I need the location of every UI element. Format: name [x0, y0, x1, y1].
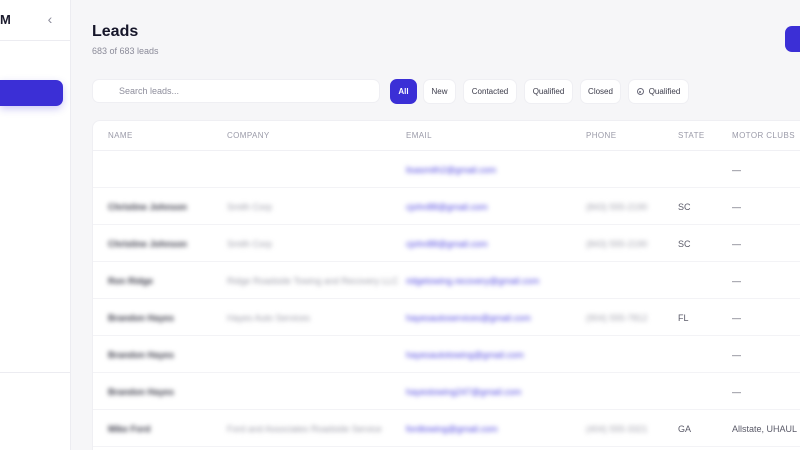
- table-row[interactable]: Christine Johnson Smith Corp cjohn88@gmail…: [93, 225, 800, 262]
- table-row[interactable]: Ron Ridge Ridge Roadside Towing and Recov…: [93, 262, 800, 299]
- lead-email[interactable]: hayestowing247@gmail.com: [406, 373, 521, 410]
- lead-name: Brandon Hayes: [108, 349, 175, 360]
- lead-motor-clubs: —: [732, 386, 741, 397]
- filter-label: All: [398, 87, 409, 96]
- lead-email[interactable]: hayesautotowing@gmail.com: [406, 336, 524, 373]
- filter-contacted[interactable]: Contacted: [463, 79, 517, 104]
- lead-motor-clubs: —: [732, 201, 741, 212]
- sidebar: M ‹: [0, 0, 71, 450]
- brand-logo-text: M: [0, 12, 11, 27]
- lead-company: Ridge Roadside Towing and Recovery LLC: [227, 275, 399, 286]
- column-header-phone[interactable]: PHONE: [586, 131, 616, 140]
- lead-name: Brandon Hayes: [108, 312, 175, 323]
- lead-company: Hayes Auto Services: [227, 312, 311, 323]
- table-row[interactable]: Brandon Hayes hayesautotowing@gmail.com —: [93, 336, 800, 373]
- add-lead-button[interactable]: [785, 26, 800, 52]
- lead-company: Ford and Associates Roadside Service: [227, 423, 382, 434]
- filter-new[interactable]: New: [423, 79, 456, 104]
- lead-email[interactable]: lisasmith2@gmail.com: [406, 151, 496, 188]
- lead-phone: (404) 555-3321: [586, 423, 648, 434]
- search-box[interactable]: [92, 79, 380, 103]
- lead-state: GA: [678, 423, 692, 434]
- page-title: Leads: [92, 23, 139, 40]
- lead-company: Smith Corp: [227, 238, 273, 249]
- lead-email[interactable]: hayesautoservices@gmail.com: [406, 299, 531, 336]
- lead-name: Brandon Hayes: [108, 386, 175, 397]
- lead-state: FL: [678, 312, 689, 323]
- filter-all[interactable]: All: [390, 79, 417, 104]
- column-header-name[interactable]: NAME: [108, 131, 133, 140]
- filter-qualified-target[interactable]: Qualified: [628, 79, 689, 104]
- filter-label: New: [431, 87, 448, 96]
- chevron-left-icon[interactable]: ‹: [44, 11, 56, 27]
- lead-name: Mike Ford: [108, 423, 151, 434]
- lead-motor-clubs: —: [732, 349, 741, 360]
- lead-phone: (843) 555-2190: [586, 238, 648, 249]
- sidebar-divider: [0, 40, 71, 41]
- column-header-motor-clubs[interactable]: MOTOR CLUBS: [732, 131, 795, 140]
- lead-phone: (843) 555-2190: [586, 201, 648, 212]
- search-input[interactable]: [93, 80, 379, 102]
- target-icon: [636, 88, 644, 95]
- filter-closed[interactable]: Closed: [580, 79, 621, 104]
- lead-phone: (904) 555-7812: [586, 312, 648, 323]
- lead-state: SC: [678, 201, 691, 212]
- table-row[interactable]: lisasmith2@gmail.com —: [93, 151, 800, 188]
- column-header-email[interactable]: EMAIL: [406, 131, 432, 140]
- sidebar-divider-bottom: [0, 372, 71, 373]
- filter-qualified[interactable]: Qualified: [524, 79, 573, 104]
- lead-state: SC: [678, 238, 691, 249]
- filter-label: Closed: [588, 87, 613, 96]
- table-row[interactable]: Brandon Hayes hayestowing247@gmail.com —: [93, 373, 800, 410]
- lead-motor-clubs: —: [732, 164, 741, 175]
- lead-name: Christine Johnson: [108, 238, 188, 249]
- lead-count: 683 of 683 leads: [92, 46, 159, 56]
- leads-table: NAME COMPANY EMAIL PHONE STATE MOTOR CLU…: [92, 120, 800, 450]
- column-header-company[interactable]: COMPANY: [227, 131, 270, 140]
- lead-email[interactable]: ridgetowing.recovery@gmail.com: [406, 262, 539, 299]
- filter-label: Contacted: [471, 87, 509, 96]
- table-row[interactable]: Brandon Hayes Hayes Auto Services hayesaut…: [93, 299, 800, 336]
- lead-name: Ron Ridge: [108, 275, 153, 286]
- lead-email[interactable]: fordtowing@gmail.com: [406, 410, 498, 447]
- lead-company: Smith Corp: [227, 201, 273, 212]
- table-row[interactable]: Mike Ford Ford and Associates Roadside Se…: [93, 410, 800, 447]
- lead-name: Christine Johnson: [108, 201, 188, 212]
- filter-label: Qualified: [648, 87, 681, 96]
- lead-motor-clubs: —: [732, 275, 741, 286]
- filter-label: Qualified: [532, 87, 565, 96]
- lead-motor-clubs: Allstate, UHAUL: [732, 423, 798, 434]
- column-header-state[interactable]: STATE: [678, 131, 705, 140]
- table-row[interactable]: Christine Johnson Smith Corp cjohn88@gmail…: [93, 188, 800, 225]
- lead-email[interactable]: cjohn88@gmail.com: [406, 188, 488, 225]
- lead-email[interactable]: cjohn88@gmail.com: [406, 225, 488, 262]
- lead-motor-clubs: —: [732, 238, 741, 249]
- lead-motor-clubs: —: [732, 312, 741, 323]
- sidebar-item-active[interactable]: [0, 80, 63, 106]
